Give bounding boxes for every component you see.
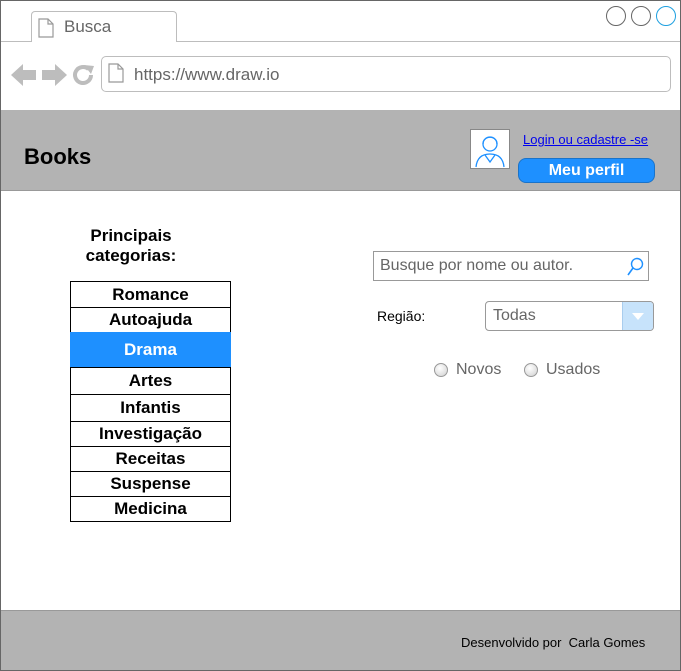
avatar[interactable]	[470, 129, 510, 169]
user-icon	[475, 136, 505, 168]
site-brand: Books	[24, 144, 92, 169]
category-receitas[interactable]: Receitas	[70, 446, 231, 472]
categories-title: Principais categorias:	[61, 226, 201, 266]
footer-credit: Desenvolvido por Carla Gomes	[461, 635, 646, 650]
region-label: Região:	[377, 308, 426, 324]
category-autoajuda[interactable]: Autoajuda	[70, 307, 231, 333]
region-select[interactable]: Todas	[485, 301, 654, 331]
profile-button[interactable]: Meu perfil	[518, 158, 655, 183]
region-selected-value: Todas	[493, 307, 536, 324]
radio-circle[interactable]	[434, 363, 448, 377]
page-icon	[108, 63, 124, 83]
url-text: https://www.draw.io	[134, 65, 280, 84]
category-drama[interactable]: Drama	[70, 332, 231, 368]
address-bar[interactable]: https://www.draw.io	[101, 56, 671, 92]
reload-icon[interactable]	[71, 63, 95, 87]
search-input[interactable]	[374, 252, 628, 280]
tab-bar: Busca	[1, 1, 680, 42]
chevron-down-icon	[632, 313, 644, 320]
login-link[interactable]: Login ou cadastre -se	[523, 132, 648, 147]
page-icon	[38, 18, 54, 38]
category-investigacao[interactable]: Investigação	[70, 421, 231, 447]
site-header: Books Login ou cadastre -se Meu perfil	[1, 110, 680, 191]
search-icon[interactable]	[627, 257, 645, 277]
close-button[interactable]	[656, 6, 676, 26]
navigation-bar: https://www.draw.io	[1, 42, 680, 110]
categories-title-line2: categorias:	[85, 246, 177, 265]
radio-novos-label: Novos	[456, 361, 502, 378]
category-infantis[interactable]: Infantis	[70, 394, 231, 422]
browser-tab[interactable]: Busca	[31, 11, 177, 42]
browser-window: Busca https://www.draw.io Books Login ou…	[0, 0, 681, 671]
dropdown-arrow[interactable]	[622, 302, 653, 330]
radio-circle[interactable]	[524, 363, 538, 377]
search-box	[373, 251, 649, 281]
minimize-button[interactable]	[606, 6, 626, 26]
back-arrow-icon[interactable]	[11, 64, 37, 86]
site-footer: Desenvolvido por Carla Gomes	[1, 610, 680, 670]
category-romance[interactable]: Romance	[70, 281, 231, 308]
category-suspense[interactable]: Suspense	[70, 471, 231, 497]
forward-arrow-icon[interactable]	[41, 64, 67, 86]
category-artes[interactable]: Artes	[70, 367, 231, 395]
tab-title: Busca	[64, 17, 112, 36]
category-medicina[interactable]: Medicina	[70, 496, 231, 522]
maximize-button[interactable]	[631, 6, 651, 26]
radio-usados-label: Usados	[546, 361, 601, 378]
categories-title-line1: Principais	[90, 226, 172, 245]
